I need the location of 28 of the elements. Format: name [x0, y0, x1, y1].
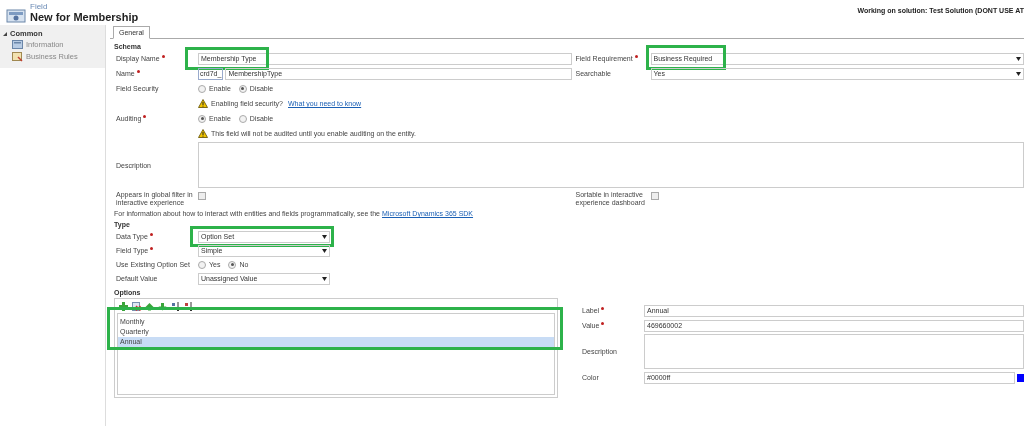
radio-button[interactable]	[238, 114, 247, 123]
dropdown-arrow-icon	[322, 234, 327, 239]
radio-button[interactable]	[198, 114, 206, 123]
dropdown-arrow-icon	[1016, 56, 1021, 61]
text-area[interactable]	[198, 142, 1024, 188]
document-icon	[12, 39, 23, 50]
page-title: New for Membership	[30, 11, 139, 23]
radio-button[interactable]	[228, 260, 237, 269]
color-swatch	[1017, 373, 1024, 382]
radio-button[interactable]	[238, 84, 247, 93]
radio-button[interactable]	[198, 84, 206, 93]
checkbox[interactable]	[198, 191, 206, 200]
warning-icon	[198, 99, 208, 108]
checkbox[interactable]	[650, 191, 659, 200]
dropdown-arrow-icon	[322, 248, 327, 253]
dropdown-arrow-icon	[1016, 71, 1021, 76]
up-arrow-icon[interactable]	[145, 302, 154, 311]
rules-icon	[12, 51, 23, 62]
entity-label: Field	[30, 2, 49, 11]
add-icon[interactable]	[119, 302, 128, 311]
form-icon	[6, 9, 26, 23]
sort-icon[interactable]	[171, 302, 180, 311]
warning-icon	[198, 129, 208, 138]
radio-button[interactable]	[198, 260, 206, 269]
sort-icon[interactable]	[184, 302, 193, 311]
dropdown-arrow-icon	[322, 276, 327, 281]
delete-icon[interactable]	[132, 302, 141, 311]
text-area[interactable]	[644, 334, 1024, 369]
